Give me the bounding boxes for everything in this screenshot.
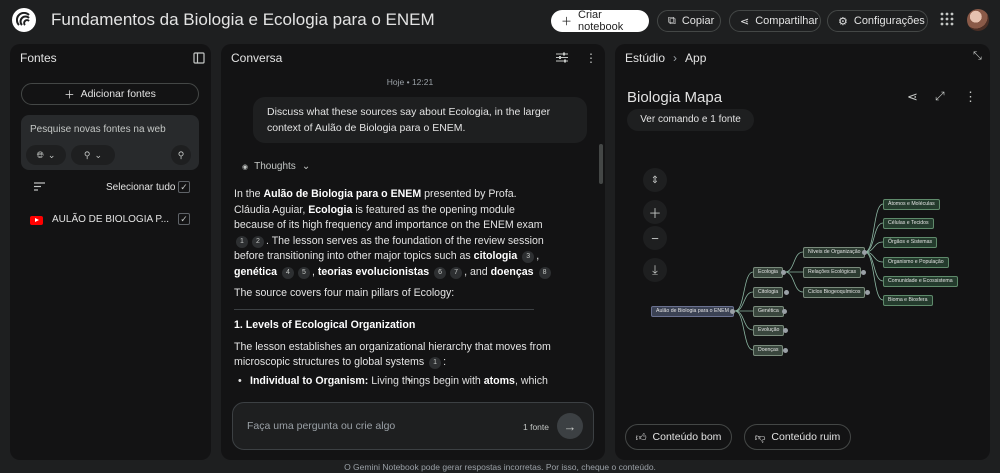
response-paragraph: In the Aulão de Biologia para o ENEM pre…: [234, 187, 554, 281]
bad-content-button[interactable]: 👎︎ Conteúdo ruim: [744, 424, 851, 450]
search-button[interactable]: ⚲: [171, 145, 191, 165]
sources-title: Fontes: [20, 51, 57, 65]
select-all-label: Selecionar tudo: [106, 182, 176, 193]
user-message: Discuss what these sources say about Eco…: [253, 97, 587, 143]
assistant-response: In the Aulão de Biologia para o ENEM pre…: [234, 187, 554, 390]
mindmap-node[interactable]: Genética: [753, 306, 784, 317]
thoughts-toggle[interactable]: ◉ Thoughts ⌄: [242, 161, 310, 172]
studio-panel: Estúdio › App ⤡ Biologia Mapa ⋖ ⤢ ⋮ Ver …: [615, 44, 990, 460]
mindmap-node[interactable]: Átomos e Moléculas: [883, 199, 940, 210]
source-item-checkbox[interactable]: ✓: [178, 213, 190, 225]
node-toggle[interactable]: [865, 290, 870, 295]
apps-grid-icon[interactable]: [940, 12, 954, 26]
citation-chip[interactable]: 1: [236, 235, 248, 248]
chevron-down-icon: ⌄: [94, 149, 103, 160]
add-sources-button[interactable]: ＋ Adicionar fontes: [21, 83, 199, 105]
web-search-input[interactable]: Pesquise novas fontes na web: [30, 124, 166, 135]
response-paragraph: The source covers four main pillars of E…: [234, 286, 455, 299]
collapse-panel-icon[interactable]: [193, 52, 205, 64]
citation-chip[interactable]: 7: [450, 266, 463, 279]
chat-title: Conversa: [231, 51, 283, 65]
response-heading: 1. Levels of Ecological Organization: [234, 319, 416, 332]
web-source-dropdown[interactable]: 🌐︎ ⌄: [26, 145, 66, 165]
mindmap-node[interactable]: Ecologia: [753, 267, 783, 278]
mindmap-node[interactable]: Relações Ecológicas: [803, 267, 862, 278]
sources-panel: Fontes ＋ Adicionar fontes Pesquise novas …: [10, 44, 211, 460]
mindmap-node[interactable]: Ciclos Biogeoquímicos: [803, 287, 866, 298]
arrow-right-icon: →: [563, 418, 577, 434]
thumb-down-icon: 👎︎: [754, 431, 766, 444]
notebook-logo-icon[interactable]: [12, 8, 36, 32]
node-toggle[interactable]: [783, 328, 788, 333]
settings-button[interactable]: ⚙ Configurações: [827, 10, 928, 32]
gear-icon: ⚙: [838, 15, 848, 28]
node-toggle[interactable]: [861, 270, 866, 275]
plus-icon: ＋: [561, 16, 572, 28]
scroll-down-icon[interactable]: ⌄: [405, 371, 415, 385]
more-vert-icon[interactable]: ⋮: [585, 52, 597, 64]
chevron-down-icon: ⌄: [47, 149, 56, 160]
send-button[interactable]: →: [557, 413, 583, 439]
good-content-button[interactable]: 👍︎ Conteúdo bom: [625, 424, 732, 450]
share-icon: ⋖: [740, 15, 750, 28]
research-mode-dropdown[interactable]: ⚲ ⌄: [71, 145, 115, 165]
mindmap-node[interactable]: Organismo e População: [883, 257, 949, 268]
chat-timestamp: Hoje • 12:21: [386, 77, 434, 87]
thoughts-icon: ◉: [242, 163, 249, 171]
chat-scrollbar[interactable]: [599, 144, 603, 184]
source-count: 1 fonte: [523, 422, 549, 432]
copy-icon: ⧉: [668, 14, 676, 27]
avatar[interactable]: [967, 9, 989, 31]
divider: [234, 309, 534, 311]
node-toggle[interactable]: [781, 270, 786, 275]
citation-chip[interactable]: 2: [252, 235, 264, 248]
citation-chip[interactable]: 8: [538, 266, 551, 279]
citation-chip[interactable]: 5: [297, 266, 310, 279]
tune-icon[interactable]: [556, 52, 568, 63]
disclaimer-footer: O Gemini Notebook pode gerar respostas i…: [344, 462, 656, 472]
mindmap-node[interactable]: Citologia: [753, 287, 784, 298]
select-all-checkbox[interactable]: ✓: [178, 181, 190, 193]
chevron-down-icon: ⌄: [301, 161, 311, 172]
citation-chip[interactable]: 4: [281, 266, 294, 279]
globe-icon: 🌐︎: [36, 149, 44, 160]
mindmap-node[interactable]: Níveis de Organização: [803, 247, 866, 258]
web-search-box: Pesquise novas fontes na web 🌐︎ ⌄ ⚲ ⌄ ⚲: [21, 115, 199, 170]
chat-panel: Conversa ⋮ Hoje • 12:21 Discuss what the…: [221, 44, 605, 460]
source-item-label[interactable]: AULÃO DE BIOLOGIA P...: [52, 214, 169, 225]
mindmap-node[interactable]: Evolução: [753, 325, 785, 336]
citation-chip[interactable]: 6: [434, 266, 447, 279]
youtube-icon: [30, 216, 43, 225]
thumb-up-icon: 👍︎: [635, 431, 647, 444]
node-toggle[interactable]: [784, 290, 789, 295]
mindmap-node[interactable]: Órgãos e Sistemas: [883, 237, 938, 248]
top-bar: Fundamentos da Biologia e Ecologia para …: [0, 0, 1000, 41]
chat-input-box: Faça uma pergunta ou crie algo 1 fonte →: [232, 402, 594, 450]
node-toggle[interactable]: [862, 250, 867, 255]
mindmap-node[interactable]: Comunidade e Ecossistema: [883, 276, 958, 287]
fade-overlay: [221, 382, 605, 402]
citation-chip[interactable]: 3: [522, 251, 535, 264]
create-notebook-button[interactable]: ＋ Criar notebook: [551, 9, 649, 33]
chat-input[interactable]: Faça uma pergunta ou crie algo: [247, 420, 395, 432]
node-toggle[interactable]: [730, 309, 735, 314]
plus-icon: ＋: [64, 88, 75, 101]
sparkle-search-icon: ⚲: [83, 149, 91, 160]
node-toggle[interactable]: [782, 309, 787, 314]
node-toggle[interactable]: [783, 348, 788, 353]
notebook-title[interactable]: Fundamentos da Biologia e Ecologia para …: [51, 10, 435, 30]
mindmap-node[interactable]: Células e Tecidos: [883, 218, 934, 229]
share-button[interactable]: ⋖ Compartilhar: [729, 10, 821, 32]
filter-icon[interactable]: [34, 182, 45, 191]
mindmap-root-node[interactable]: Aulão de Biologia para o ENEM: [651, 306, 734, 317]
search-icon: ⚲: [177, 149, 185, 160]
mindmap-node[interactable]: Bioma e Biosfera: [883, 295, 933, 306]
response-paragraph: The lesson establishes an organizational…: [234, 340, 551, 370]
citation-chip[interactable]: 1: [429, 357, 442, 370]
mindmap-node[interactable]: Doenças: [753, 345, 784, 356]
copy-button[interactable]: ⧉ Copiar: [657, 10, 721, 32]
